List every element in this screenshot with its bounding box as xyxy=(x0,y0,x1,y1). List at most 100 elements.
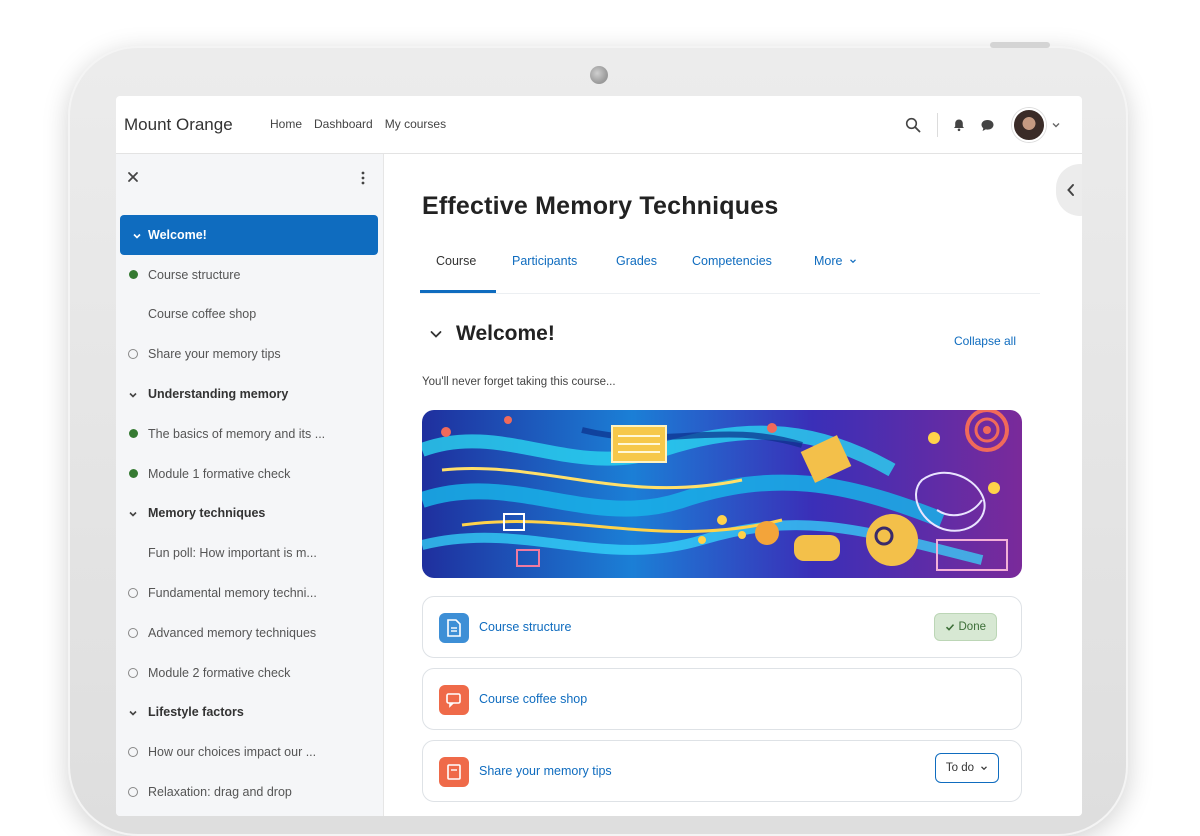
course-index-activity[interactable]: Fundamental memory techni... xyxy=(116,573,384,613)
course-index-label: Advanced memory techniques xyxy=(148,625,317,640)
tab-participants[interactable]: Participants xyxy=(512,254,577,268)
chevron-down-icon xyxy=(128,389,138,399)
block-drawer-toggle[interactable] xyxy=(1056,164,1082,216)
course-index-label: Module 2 formative check xyxy=(148,665,291,680)
course-banner-image xyxy=(422,410,1022,578)
completion-done-dot-icon xyxy=(128,469,138,479)
course-index-list: Welcome! Course structure Course coffee sh… xyxy=(116,215,384,812)
course-index-label: Course structure xyxy=(148,267,241,282)
tablet-power-button xyxy=(990,42,1050,48)
section-header: Welcome! xyxy=(428,322,555,346)
activity-card[interactable]: Course coffee shop xyxy=(422,668,1022,730)
course-index-activity[interactable]: Module 1 formative check xyxy=(116,454,384,494)
course-index-activity[interactable]: Relaxation: drag and drop xyxy=(116,772,384,812)
close-icon[interactable] xyxy=(126,170,140,184)
assignment-icon xyxy=(439,757,469,787)
chevron-down-icon[interactable] xyxy=(428,326,444,342)
completion-todo-button[interactable]: To do xyxy=(934,753,999,783)
course-index-section[interactable]: Welcome! xyxy=(120,215,378,255)
no-completion-spacer xyxy=(128,309,138,319)
tab-more[interactable]: More xyxy=(814,254,857,268)
user-navigation xyxy=(903,106,1062,144)
completion-todo-circle-icon xyxy=(128,667,138,678)
course-index-activity[interactable]: How our choices impact our ... xyxy=(116,732,384,772)
completion-status-label: Done xyxy=(958,621,987,633)
chevron-left-icon xyxy=(1066,183,1076,197)
course-index-label: Share your memory tips xyxy=(148,347,281,362)
course-index-label: Welcome! xyxy=(148,227,207,242)
course-index-label: Lifestyle factors xyxy=(148,705,244,720)
screen: Mount Orange Home Dashboard My courses W… xyxy=(116,96,1082,816)
chevron-down-icon xyxy=(981,766,987,771)
tab-grades[interactable]: Grades xyxy=(616,254,657,268)
course-index-section[interactable]: Memory techniques xyxy=(116,494,384,534)
top-navbar: Mount Orange Home Dashboard My courses xyxy=(116,96,1082,154)
course-index-section[interactable]: Understanding memory xyxy=(116,374,384,414)
check-icon xyxy=(945,624,954,631)
course-index-label: The basics of memory and its ... xyxy=(148,426,326,441)
activity-link[interactable]: Course structure xyxy=(479,620,571,634)
completion-todo-circle-icon xyxy=(128,747,138,758)
completion-status-badge: Done xyxy=(933,613,997,641)
section-summary: You'll never forget taking this course..… xyxy=(422,376,616,388)
course-index-label: Memory techniques xyxy=(148,506,266,521)
search-icon[interactable] xyxy=(903,115,923,135)
chevron-down-icon xyxy=(850,259,856,264)
course-index-label: Relaxation: drag and drop xyxy=(148,785,292,800)
forum-icon xyxy=(439,685,469,715)
activity-link[interactable]: Course coffee shop xyxy=(479,692,587,706)
course-index-label: Module 1 formative check xyxy=(148,466,291,481)
completion-todo-label: To do xyxy=(945,762,974,774)
course-secondary-navigation: Course Participants Grades Competencies … xyxy=(420,242,1040,294)
course-index-label: How our choices impact our ... xyxy=(148,745,317,760)
course-index-label: Fundamental memory techni... xyxy=(148,586,317,601)
course-index-activity[interactable]: The basics of memory and its ... xyxy=(116,414,384,454)
tablet-frame: Mount Orange Home Dashboard My courses W… xyxy=(68,42,1128,836)
active-tab-indicator xyxy=(420,290,496,293)
course-index-activity[interactable]: Share your memory tips xyxy=(116,334,384,374)
course-index-activity[interactable]: Course coffee shop xyxy=(116,295,384,335)
course-index-label: Understanding memory xyxy=(148,387,289,402)
activity-card[interactable]: Course structure Done xyxy=(422,596,1022,658)
kebab-menu-icon[interactable] xyxy=(358,170,368,186)
chevron-down-icon[interactable] xyxy=(1050,119,1062,131)
main-content: Effective Memory Techniques Course Parti… xyxy=(384,154,1082,816)
chevron-down-icon xyxy=(128,707,138,717)
chevron-down-icon xyxy=(128,508,138,518)
tab-more-label: More xyxy=(814,254,843,268)
page-icon xyxy=(439,613,469,643)
course-index-activity[interactable]: Course structure xyxy=(116,255,384,295)
completion-todo-circle-icon xyxy=(128,787,138,798)
course-index-activity[interactable]: Module 2 formative check xyxy=(116,653,384,693)
chat-icon[interactable] xyxy=(978,116,996,134)
completion-todo-circle-icon xyxy=(128,349,138,360)
course-index-activity[interactable]: Fun poll: How important is m... xyxy=(116,533,384,573)
activity-card[interactable]: Share your memory tips To do xyxy=(422,740,1022,802)
bell-icon[interactable] xyxy=(950,116,968,134)
tab-course[interactable]: Course xyxy=(436,254,476,268)
tablet-camera xyxy=(590,66,608,84)
page-title: Effective Memory Techniques xyxy=(422,192,779,220)
no-completion-spacer xyxy=(128,548,138,558)
nav-link-my-courses[interactable]: My courses xyxy=(385,117,446,131)
collapse-all-link[interactable]: Collapse all xyxy=(954,334,1016,348)
completion-todo-circle-icon xyxy=(128,627,138,638)
section-title[interactable]: Welcome! xyxy=(456,322,555,346)
tab-competencies[interactable]: Competencies xyxy=(692,254,772,268)
user-avatar[interactable] xyxy=(1012,108,1046,142)
course-index-drawer: Welcome! Course structure Course coffee sh… xyxy=(116,154,384,816)
nav-link-home[interactable]: Home xyxy=(270,117,302,131)
completion-done-dot-icon xyxy=(128,270,138,280)
completion-done-dot-icon xyxy=(128,429,138,439)
chevron-down-icon xyxy=(132,230,142,240)
course-index-label: Course coffee shop xyxy=(148,307,257,322)
completion-todo-circle-icon xyxy=(128,588,138,599)
course-index-section[interactable]: Lifestyle factors xyxy=(116,693,384,733)
activity-link[interactable]: Share your memory tips xyxy=(479,764,612,778)
primary-navigation: Home Dashboard My courses xyxy=(270,117,446,131)
nav-link-dashboard[interactable]: Dashboard xyxy=(314,117,373,131)
site-brand[interactable]: Mount Orange xyxy=(124,115,233,135)
course-index-label: Fun poll: How important is m... xyxy=(148,546,317,561)
navbar-divider xyxy=(937,113,938,137)
course-index-activity[interactable]: Advanced memory techniques xyxy=(116,613,384,653)
